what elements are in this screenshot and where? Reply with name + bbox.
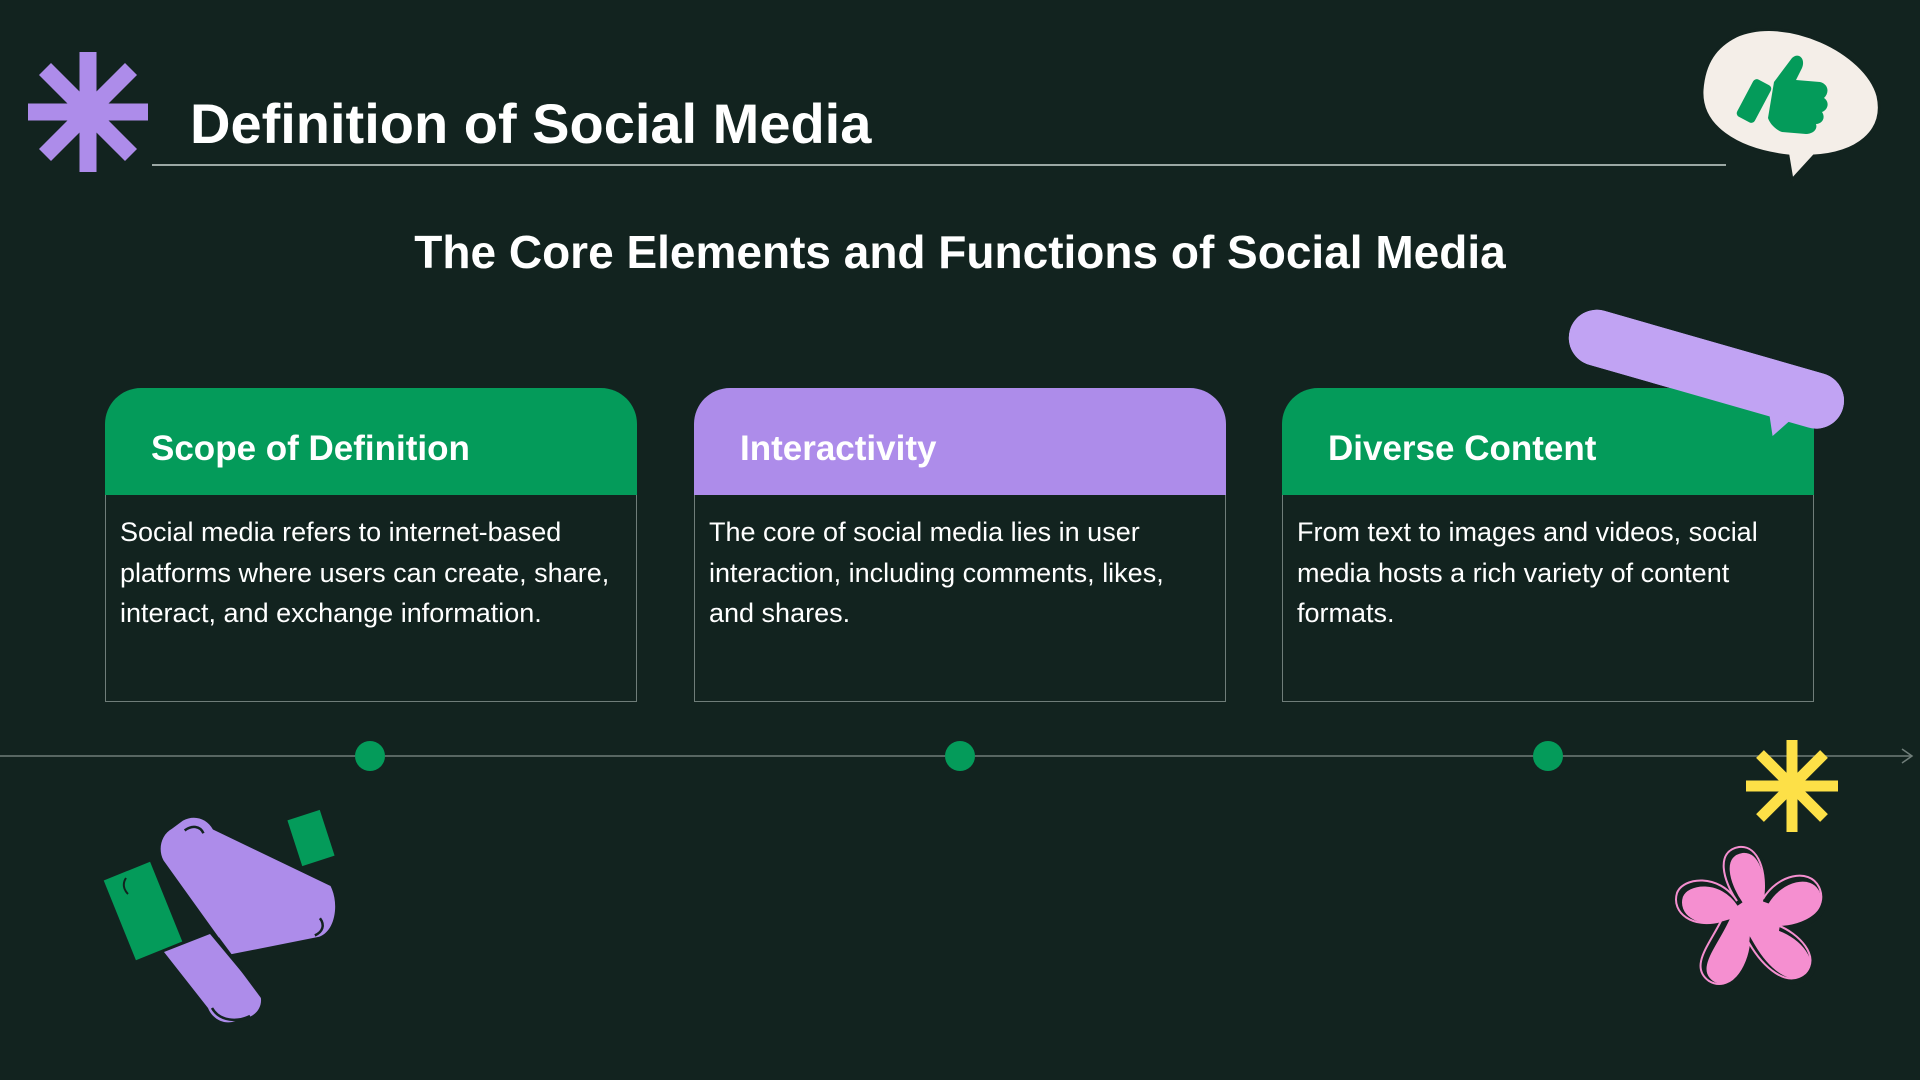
card-heading: Interactivity [694,388,1226,495]
card-heading: Scope of Definition [105,388,637,495]
asterisk-icon [28,52,148,172]
flower-icon [1675,845,1828,990]
timeline-dot [1533,741,1563,771]
title-divider [152,164,1726,166]
timeline-dot [945,741,975,771]
thumbs-up-bubble-icon [1700,28,1881,184]
card-body: The core of social media lies in user in… [694,495,1226,702]
speech-tag-icon [1568,309,1845,436]
megaphone-icon [103,809,336,1023]
card-interactivity: Interactivity The core of social media l… [694,388,1226,702]
page-title: Definition of Social Media [190,92,872,155]
sparkle-icon [1746,740,1838,832]
card-body: Social media refers to internet-based pl… [105,495,637,702]
card-body: From text to images and videos, social m… [1282,495,1814,702]
section-subtitle: The Core Elements and Functions of Socia… [414,226,1506,278]
card-scope-of-definition: Scope of Definition Social media refers … [105,388,637,702]
